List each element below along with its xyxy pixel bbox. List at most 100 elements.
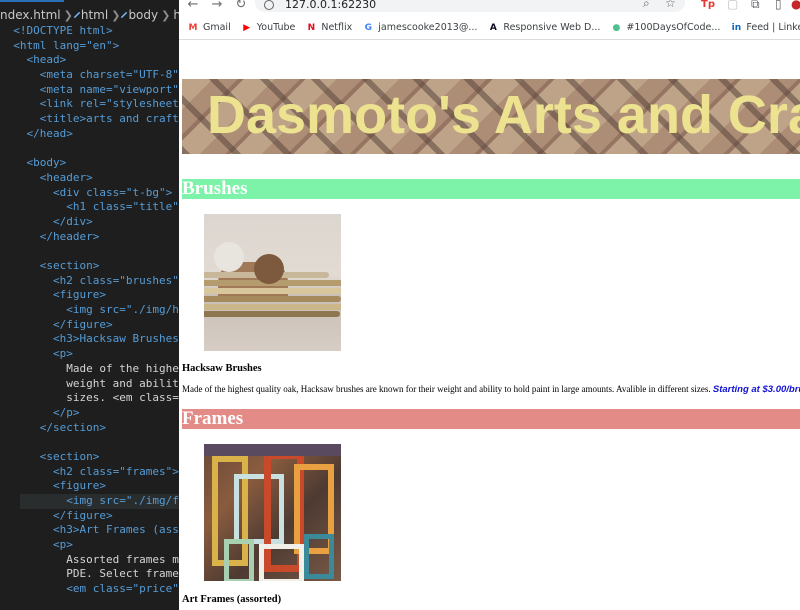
linkedin-icon: in [731,22,742,33]
breadcrumb-file[interactable]: ndex.html [0,8,61,22]
code-line-text: </p> [52,405,80,419]
breadcrumb[interactable]: ndex.html ❯ html ❯ body ❯ h [0,6,179,24]
code-line[interactable]: Assorted frames mad [0,553,179,568]
bookmark-item[interactable]: ▶ YouTube [241,22,295,33]
code-line[interactable]: </header> [0,230,179,245]
page-title: Dasmoto's Arts and Crafts [207,85,800,145]
code-line[interactable]: <div class="t-bg"> [0,186,179,201]
breadcrumb-html[interactable]: html [81,8,108,22]
frames-heading: Frames [182,409,800,429]
code-line[interactable]: </figure> [0,509,179,524]
code-line[interactable]: <section> [0,259,179,274]
extension-tp-icon[interactable]: Tp [701,0,715,10]
zoom-icon[interactable]: ⌕ [643,0,650,11]
code-line[interactable]: <p> [0,538,179,553]
code-line-text: Made of the highest [66,361,179,375]
code-line[interactable]: <head> [0,53,179,68]
code-line-text: </header> [39,229,100,243]
extension-icon[interactable]: ▢ [727,0,738,11]
chevron-right-icon: ❯ [63,8,73,22]
bookmark-item[interactable]: A Responsive Web D... [487,22,601,33]
code-line[interactable]: weight and ability [0,377,179,392]
code-line[interactable]: <header> [0,171,179,186]
code-lines[interactable]: <!DOCTYPE html> <html lang="en"> <head> … [0,24,179,597]
code-line-text: <figure> [52,479,106,493]
bookmark-label: Gmail [203,22,231,33]
bookmark-item[interactable]: in Feed | LinkedIn [730,22,800,33]
code-line[interactable]: <link rel="stylesheet" [0,97,179,112]
code-line-text: <em class="price"> [66,582,179,596]
code-line-text: <p> [52,347,73,361]
code-line[interactable]: PDE. Select frames [0,567,179,582]
code-line[interactable]: <em class="price"> [0,582,179,597]
header-banner: Dasmoto's Arts and Crafts [182,79,800,154]
bookmark-item[interactable]: N Netflix [305,22,353,33]
url-text[interactable]: 127.0.0.1:62230 [285,0,376,11]
code-line-text: <p> [52,538,73,552]
brushes-heading: Brushes [182,179,800,199]
code-line-text: <meta charset="UTF-8" / [39,68,179,82]
reload-icon[interactable]: ↻ [232,0,250,12]
code-editor[interactable]: ndex.html ❯ html ❯ body ❯ h <!DOCTYPE ht… [0,0,179,610]
brushes-price: Starting at $3.00/brush [712,384,800,395]
code-line[interactable] [0,435,179,450]
profile-avatar[interactable]: ● [791,0,800,11]
code-line[interactable]: </head> [0,127,179,142]
site-info-icon[interactable] [264,0,274,10]
element-icon [73,11,81,19]
code-line[interactable]: Made of the highest [0,362,179,377]
code-line[interactable]: <meta name="viewport" c [0,83,179,98]
code-line[interactable]: <meta charset="UTF-8" / [0,68,179,83]
code-line-text: <h3>Art Frames (assort [52,523,179,537]
code-line[interactable]: <h2 class="brushes">B [0,274,179,289]
code-line[interactable]: <h2 class="frames">Fr [0,465,179,480]
code-line[interactable]: </section> [0,421,179,436]
code-line-text: <figure> [52,288,106,302]
browser-toolbar: ← → ↻ 127.0.0.1:62230 ⌕ ☆ Tp ▢ ⧉ ▯ ● [179,0,800,14]
code-line[interactable] [0,244,179,259]
code-line[interactable]: </figure> [0,318,179,333]
code-line[interactable]: <figure> [0,288,179,303]
code-line[interactable]: <html lang="en"> [0,39,179,54]
code-line-text: <div class="t-bg"> [52,185,173,199]
bookmark-item[interactable]: Gjamescooke2013@... [362,22,478,33]
active-tab-indicator [0,0,64,2]
bookmarks-bar: M Gmail ▶ YouTube N Netflix Gjamescooke2013@..… [179,16,800,40]
frames-item-title: Art Frames (assorted) [182,594,282,605]
code-line-text: <img src="./img/had [66,303,179,317]
code-line[interactable]: <section> [0,450,179,465]
bookmark-item[interactable]: M Gmail [187,22,231,33]
code-line[interactable]: <h3>Hacksaw Brushes</ [0,332,179,347]
extensions-puzzle-icon[interactable]: ⧉ [751,0,760,12]
code-line[interactable]: <img src="./img/had [0,303,179,318]
code-line[interactable]: <p> [0,347,179,362]
code-line-text: <h3>Hacksaw Brushes</ [52,332,179,346]
code-line[interactable]: </p> [0,406,179,421]
bookmark-item[interactable]: ● #100DaysOfCode... [610,22,720,33]
sidepanel-icon[interactable]: ▯ [775,0,782,11]
code-line[interactable]: sizes. <em class="p [0,391,179,406]
code-line[interactable]: <!DOCTYPE html> [0,24,179,39]
google-icon: G [364,22,372,33]
freecodecamp-icon: A [489,22,497,33]
bookmark-star-icon[interactable]: ☆ [665,0,676,10]
address-bar[interactable]: 127.0.0.1:62230 ⌕ ☆ [255,0,685,12]
code-line[interactable]: <title>arts and crafts< [0,112,179,127]
code-line[interactable] [0,142,179,157]
code-line[interactable]: </div> [0,215,179,230]
code-line[interactable]: <figure> [0,479,179,494]
breadcrumb-body[interactable]: body [128,8,158,22]
gmail-icon: M [188,22,198,33]
code-line[interactable]: <h3>Art Frames (assort [0,523,179,538]
code-line[interactable]: <img src="./img/fra [0,494,179,509]
code-line-text: <head> [26,53,67,67]
code-line[interactable]: <h1 class="title">D [0,200,179,215]
brushes-description-text: Made of the highest quality oak, Hacksaw… [182,384,713,394]
code-line-text: </head> [26,126,73,140]
code-line[interactable]: <body> [0,156,179,171]
brushes-item-title: Hacksaw Brushes [182,363,262,374]
back-icon[interactable]: ← [184,0,202,12]
frames-image [204,444,341,581]
forward-icon[interactable]: → [208,0,226,12]
bookmark-label: Feed | LinkedIn [746,22,800,33]
